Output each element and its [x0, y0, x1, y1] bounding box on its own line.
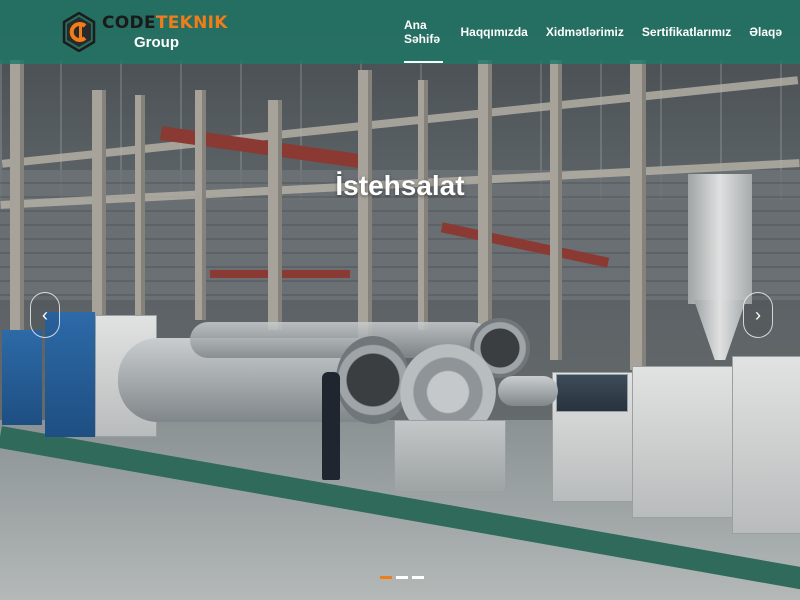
slider-prev-button[interactable]: ‹ [30, 292, 60, 338]
chevron-left-icon: ‹ [42, 304, 48, 325]
column [418, 80, 428, 330]
main-nav: Ana Səhifə Haqqımızda Xidmətlərimiz Sert… [404, 0, 800, 64]
slider-dot-1[interactable] [380, 576, 392, 579]
nav-certificates[interactable]: Sertifikatlarımız [642, 0, 731, 64]
column [358, 70, 372, 350]
nav-home[interactable]: Ana Səhifə [404, 0, 443, 64]
slider-dot-2[interactable] [396, 576, 408, 579]
control-cabinet [2, 330, 42, 425]
chevron-right-icon: › [755, 304, 761, 325]
brand-sub: Group [134, 33, 179, 51]
slide-title: İstehsalat [335, 170, 465, 201]
control-panel [556, 374, 628, 412]
feed-pipe [498, 376, 558, 406]
pipe-end [336, 336, 410, 424]
column [550, 60, 562, 360]
silo-cone [694, 300, 746, 360]
hero-slider: İstehsalat ‹ › [0, 0, 800, 600]
site-header: CODETEKNIK Group Ana Səhifə Haqqımızda X… [0, 0, 800, 64]
column [268, 100, 282, 330]
machine-stand [394, 420, 506, 492]
slider-pagination [380, 576, 428, 579]
nav-about[interactable]: Haqqımızda [461, 0, 528, 64]
brand-name: CODETEKNIK [102, 12, 228, 33]
slider-next-button[interactable]: › [743, 292, 773, 338]
column [195, 90, 206, 320]
worker [322, 372, 340, 480]
column [92, 90, 106, 340]
nav-contact[interactable]: Əlaqə [749, 0, 782, 64]
nav-services[interactable]: Xidmətlərimiz [546, 0, 624, 64]
column [135, 95, 145, 315]
logo-icon [62, 11, 96, 53]
column [10, 60, 24, 360]
logo[interactable]: CODETEKNIK Group [62, 6, 227, 58]
logo-text: CODETEKNIK Group [102, 12, 228, 51]
column [630, 60, 646, 370]
extruder-gearbox [732, 356, 800, 534]
brand-name-part2: TEKNIK [155, 12, 228, 33]
extruder-body [632, 366, 734, 518]
brand-name-part1: CODE [102, 12, 156, 33]
slider-dot-3[interactable] [412, 576, 424, 579]
